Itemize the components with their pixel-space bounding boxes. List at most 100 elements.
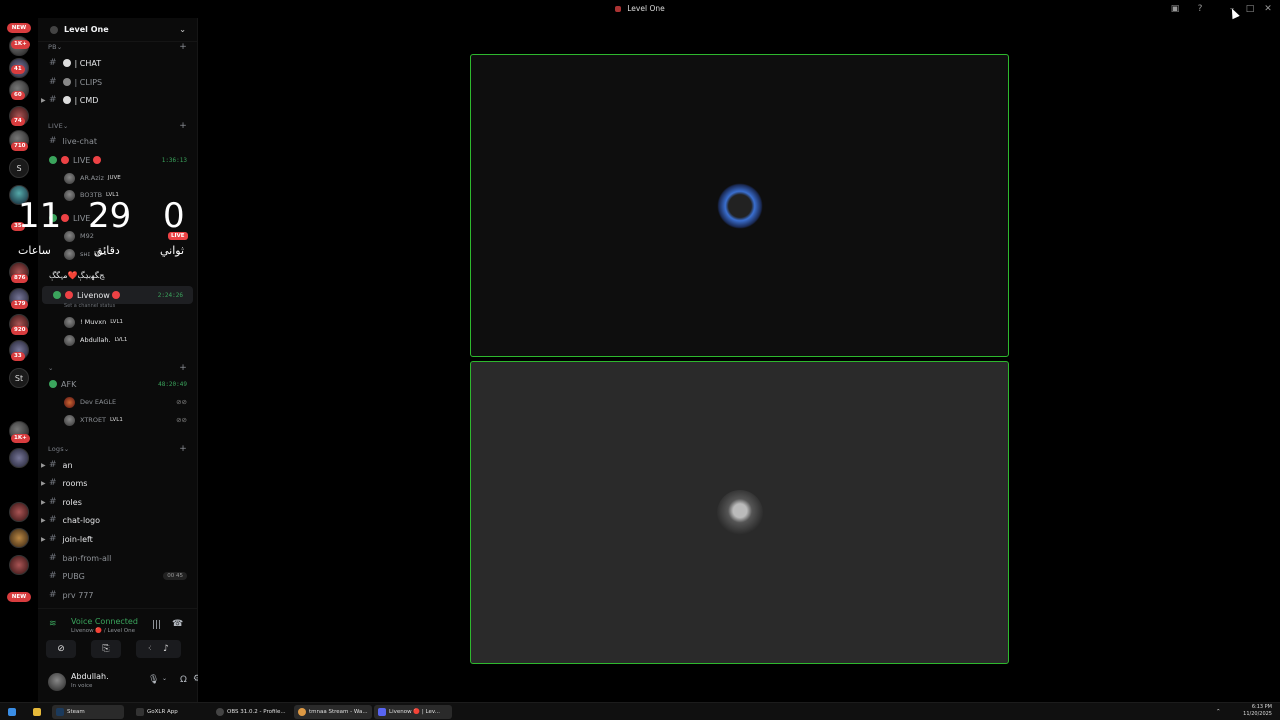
clock-seconds: 0 xyxy=(163,196,185,236)
voice-stage xyxy=(198,18,1280,702)
voice-location[interactable]: Livenow 🔴 / Level One xyxy=(71,628,135,634)
user-name: ΑR.Aziz xyxy=(80,174,104,182)
caret-right-icon: ▶ xyxy=(41,479,46,487)
category-label: LIVE xyxy=(48,122,63,130)
hash-icon: # xyxy=(49,553,57,563)
channel-clips[interactable]: # | CLIPS xyxy=(38,73,197,91)
guild-header[interactable]: Level One ⌄ xyxy=(38,18,197,42)
voice-user[interactable]: ! Muvxn LVL1 xyxy=(38,313,197,331)
tray-chevron-icon[interactable]: ⌃ xyxy=(1212,705,1225,719)
taskbar-item-goxlr[interactable]: GoXLR App xyxy=(132,705,206,719)
channel-label: live-chat xyxy=(62,136,98,146)
soundboard-button[interactable]: ♪ xyxy=(151,640,181,658)
voice-channel-livenow[interactable]: Livenow 2:24:26 xyxy=(42,286,193,304)
voice-timer: 48:20:49 xyxy=(158,380,187,388)
taskbar-item-obs[interactable]: OBS 31.0.2 - Profile... xyxy=(212,705,290,719)
category-label: PB xyxy=(48,43,57,51)
channel-chat[interactable]: # | CHAT xyxy=(38,54,197,72)
voice-user[interactable]: XTROET LVL1 ⊘⊘ xyxy=(38,411,197,429)
channel-cmd[interactable]: ▶ # | CMD xyxy=(38,91,197,109)
red-circle-icon xyxy=(65,291,73,299)
voice-channel-afk[interactable]: AFK 48:20:49 xyxy=(38,375,197,393)
avatar[interactable] xyxy=(48,673,66,691)
add-channel-icon[interactable]: + xyxy=(179,444,187,454)
participant-tile[interactable] xyxy=(470,361,1009,664)
hash-icon: # xyxy=(49,534,57,544)
maximize-icon[interactable]: □ xyxy=(1244,3,1256,15)
server-icon[interactable] xyxy=(9,448,29,468)
start-button[interactable] xyxy=(4,705,23,719)
channel-sidebar: Level One ⌄ PB ⌄ + # | CHAT # | CLIPS ▶ # | C… xyxy=(38,18,201,702)
voice-channel-live[interactable]: LIVE 1:36:13 xyxy=(38,151,197,169)
inbox-icon[interactable]: ▣ xyxy=(1169,3,1181,15)
deafened-icon: ⊘⊘ xyxy=(176,416,187,424)
server-icon[interactable] xyxy=(9,502,29,522)
noise-suppression-icon[interactable]: ||| xyxy=(152,620,161,630)
screen-share-button[interactable]: ⎘ xyxy=(91,640,121,658)
channel-live-chat[interactable]: # live-chat xyxy=(38,132,197,150)
microphone-icon[interactable]: 🎙︎ xyxy=(148,675,159,685)
close-icon[interactable]: ✕ xyxy=(1262,3,1274,15)
system-clock[interactable]: 6:13 PM 11/20/2025 xyxy=(1243,704,1272,718)
category-pb[interactable]: PB ⌄ + xyxy=(38,42,197,52)
voice-user[interactable]: Abdullah. LVL1 xyxy=(38,331,197,349)
voice-user[interactable]: ΑR.Aziz JUVE xyxy=(38,169,197,187)
channel-label: | CHAT xyxy=(74,58,102,68)
hash-icon: # xyxy=(49,77,57,87)
server-icon[interactable]: S xyxy=(9,158,29,178)
caret-right-icon: ▶ xyxy=(41,461,46,469)
disconnect-icon[interactable]: ☎ xyxy=(172,619,183,629)
hash-icon: # xyxy=(49,95,57,105)
deafened-icon: ⊘⊘ xyxy=(176,398,187,406)
taskbar-item-steam[interactable]: Steam xyxy=(52,705,124,719)
channel-roles[interactable]: ▶ # roles xyxy=(38,493,197,511)
signal-icon[interactable]: ≋ xyxy=(49,619,57,629)
channel-rooms[interactable]: ▶ # rooms xyxy=(38,474,197,492)
channel-label: ban-from-all xyxy=(62,553,112,563)
chevron-down-icon[interactable]: ⌄ xyxy=(162,675,167,682)
help-icon[interactable]: ? xyxy=(1194,3,1206,15)
category-live[interactable]: LIVE ⌄ + xyxy=(38,121,197,131)
user-name: ! Muvxn xyxy=(80,318,107,326)
hash-icon: # xyxy=(49,58,57,68)
server-icon[interactable]: St xyxy=(9,368,29,388)
add-channel-icon[interactable]: + xyxy=(179,363,187,373)
server-icon[interactable] xyxy=(9,555,29,575)
channel-join-left[interactable]: ▶ # join-left xyxy=(38,530,197,548)
add-channel-icon[interactable]: + xyxy=(179,121,187,131)
camera-off-button[interactable]: ⊘ xyxy=(46,640,76,658)
badge: 33 xyxy=(11,352,25,361)
server-rail: NEW 1K+ 41 60 74 710 S 35 876 179 920 33… xyxy=(0,18,38,702)
taskbar-item-label: Livenow 🔴 | Lev... xyxy=(389,709,440,715)
voice-user[interactable]: Dev EAGLE ⊘⊘ xyxy=(38,393,197,411)
user-count-badge: 00 45 xyxy=(163,572,187,580)
file-explorer-button[interactable] xyxy=(29,705,48,719)
category-afk[interactable]: ⌄ + xyxy=(38,363,197,373)
hash-icon: # xyxy=(49,571,57,581)
windows-icon xyxy=(8,708,16,716)
channel-ban-from-all[interactable]: # ban-from-all xyxy=(38,549,197,567)
avatar xyxy=(64,334,75,346)
channel-emoji[interactable]: ﺞﮕﻬﺑﮃ‌ﮗ❤️ﻣﮩﮕﮗ xyxy=(38,267,197,285)
taskbar-item-label: tmnaa Stream - Wa... xyxy=(309,709,368,715)
participant-tile[interactable] xyxy=(470,54,1009,357)
taskbar-item-label: GoXLR App xyxy=(147,709,178,715)
chevron-down-icon[interactable]: ⌄ xyxy=(179,25,186,34)
shield-icon xyxy=(62,96,71,104)
channel-label: ﺞﮕﻬﺑﮃ‌ﮗ❤️ﻣﮩﮕﮗ xyxy=(49,271,105,280)
voice-channel-pubg[interactable]: # PUBG 00 45 xyxy=(38,567,197,585)
server-icon[interactable] xyxy=(9,528,29,548)
channel-an[interactable]: ▶ # an xyxy=(38,456,197,474)
channel-status[interactable]: Set a channel status xyxy=(64,303,115,309)
app-icon xyxy=(615,6,622,12)
category-logs[interactable]: Logs ⌄ + xyxy=(38,444,197,454)
participant-avatar xyxy=(716,489,763,536)
headphones-icon[interactable]: Ω xyxy=(180,675,187,685)
add-channel-icon[interactable]: + xyxy=(179,42,187,52)
taskbar-item-chrome[interactable]: tmnaa Stream - Wa... xyxy=(294,705,372,719)
channel-chat-logo[interactable]: ▶ # chat-logo xyxy=(38,511,197,529)
taskbar-item-discord[interactable]: Livenow 🔴 | Lev... xyxy=(374,705,452,719)
badge: 41 xyxy=(11,65,25,74)
avatar xyxy=(64,172,75,184)
channel-prv[interactable]: # prv 777 xyxy=(38,586,197,604)
